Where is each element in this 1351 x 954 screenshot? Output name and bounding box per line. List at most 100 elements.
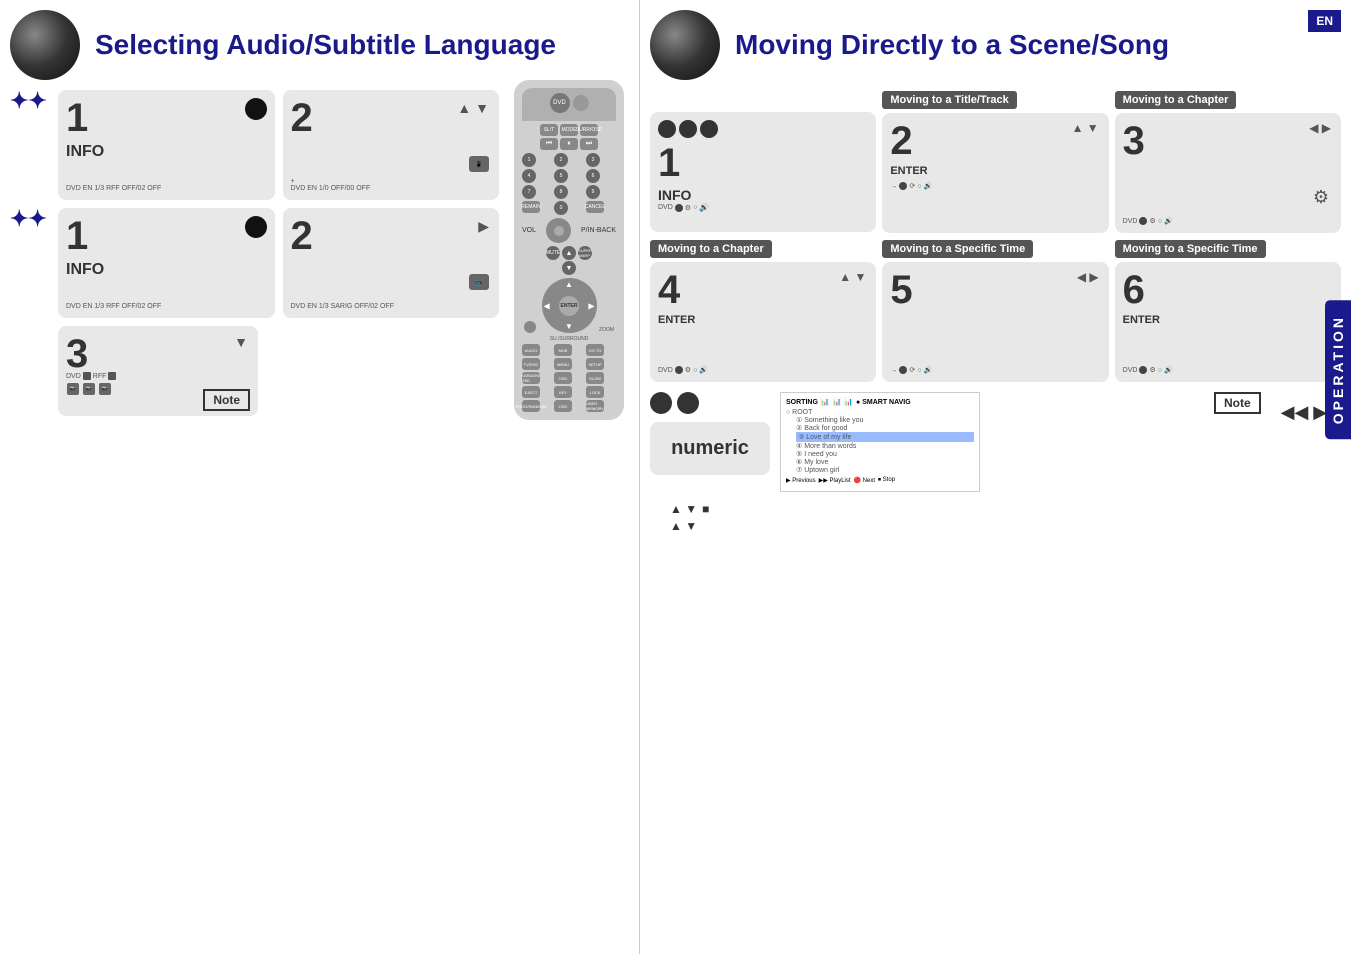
remote-num-0: 0 <box>554 201 568 215</box>
remote-bottom-grid2: KARAOKE OSD OSD SLOW EJECT KEY LOCK <box>522 372 616 398</box>
step-1b: 1 INFO DVD EN 1/3 RFF OFF/02 OFF <box>58 208 275 318</box>
step-2a-bar: DVD EN 1/0 OFF/00 OFF <box>291 185 492 192</box>
step-r3-bar: DVD ⚙ ○ 🔊 <box>1123 217 1333 225</box>
left-section: Selecting Audio/Subtitle Language ✦✦ 1 I… <box>0 0 640 954</box>
numeric-section: numeric <box>650 392 770 475</box>
numeric-dots <box>650 392 770 414</box>
step-r6-bar: DVD ⚙ ○ 🔊 <box>1123 366 1333 374</box>
remote-num-4: 4 <box>522 169 536 183</box>
step-r4: ▲ ▼ 4 ENTER DVD ⚙ ○ 🔊 <box>650 262 876 382</box>
step-1b-bar: DVD EN 1/3 RFF OFF/02 OFF <box>66 303 267 310</box>
remote-goto: GO TO <box>586 344 604 356</box>
star-deco-2: ✦✦ <box>10 208 47 230</box>
step-3-icons: DVD RFF 📷 📷 📷 <box>66 372 116 396</box>
step-2b-number: 2 <box>291 216 492 256</box>
numeric-box: numeric <box>650 422 770 475</box>
step-r2-num: 2 <box>890 121 1100 161</box>
step-r4-wrapper: Moving to a Chapter ▲ ▼ 4 ENTER DVD ⚙ ○ … <box>650 239 876 382</box>
nav-arrows-2: ▲ ▼ <box>670 519 697 533</box>
right-header-icon <box>650 10 720 80</box>
step-r1: 1 INFO DVD ⚙ ○ 🔊 <box>650 112 876 232</box>
remote-control: DVD SL/T MODE SURR/OSD ⏮ ⏸ ⏭ <box>514 80 634 420</box>
right-section: EN Moving Directly to a Scene/Song 1 <box>640 0 1351 954</box>
step-1a: 1 INFO DVD EN 1/3 RFF OFF/02 OFF <box>58 90 275 200</box>
page-container: Selecting Audio/Subtitle Language ✦✦ 1 I… <box>0 0 1351 954</box>
remote-num-3: 3 <box>586 153 600 167</box>
step-r6-num: 6 <box>1123 270 1333 310</box>
remote-num-6: 6 <box>586 169 600 183</box>
step-r1-bar: DVD ⚙ ○ 🔊 <box>658 203 868 212</box>
left-title: Selecting Audio/Subtitle Language <box>95 29 556 61</box>
chapter-label-2: Moving to a Chapter <box>650 240 772 258</box>
remote-num-1: 1 <box>522 153 536 167</box>
step-r3-wrapper: Moving to a Chapter 3 ◀ ▶ ⚙ DVD ⚙ ○ 🔊 <box>1115 90 1341 233</box>
step-1b-number: 1 <box>66 216 267 256</box>
step-r5-arrows: ◀ ▶ <box>1077 270 1099 284</box>
remote-slow: SLOW <box>586 372 604 384</box>
step-r6-wrapper: Moving to a Specific Time 6 ENTER DVD ⚙ … <box>1115 239 1341 382</box>
remote-cancel: CANCEL <box>586 201 604 213</box>
remote-btn-4: ⏮ <box>540 138 558 150</box>
remote-mute-row: MUTE ▲ ▼ SUPERWARP <box>522 246 616 275</box>
star-deco-1: ✦✦ <box>10 90 47 112</box>
specific-time-label: Moving to a Specific Time <box>882 240 1033 258</box>
step-2a-arrows: ▲ ▼ <box>457 100 489 116</box>
remote-hdmi-area: ▲ ▼ ◀ ▶ ENTER ZOOM <box>522 278 616 333</box>
remote-tv-dvd: TV/DVD <box>522 358 540 370</box>
step-r2-wrapper: Moving to a Title/Track 2 ▲ ▼ ENTER → ⟳ … <box>882 90 1108 233</box>
note-box: Note <box>1214 392 1261 414</box>
remote-memory-grid: PROG/RANDOM OSD USER MEMORY <box>522 400 616 412</box>
right-header: Moving Directly to a Scene/Song <box>650 10 1341 80</box>
step-r2-bar: → ⟳ ○ 🔊 <box>890 182 1100 190</box>
step-r1-num: 1 <box>658 143 868 183</box>
operation-tab: OPERATION <box>1325 300 1351 439</box>
step-r5-num: 5 <box>890 270 1100 310</box>
step-r3-gear: ⚙ <box>1313 187 1329 208</box>
remote-down: ▼ <box>562 261 576 275</box>
specific-time-label-2: Moving to a Specific Time <box>1115 240 1266 258</box>
remote-mode-row: SL/T MODE SURR/OSD <box>522 124 616 136</box>
sorting-section: SORTING 📊 📊 📊 ● SMART NAVIG ○ ROOT ① Som… <box>780 392 1204 492</box>
remote-num-2: 2 <box>554 153 568 167</box>
remote-osd: OSD <box>554 372 572 384</box>
step-1a-bar: DVD EN 1/3 RFF OFF/02 OFF <box>66 185 267 192</box>
remote-memory: USER MEMORY <box>586 400 604 412</box>
step-r4-enter: ENTER <box>658 314 868 326</box>
step-3-note: Note <box>203 389 250 411</box>
remote-audio: AUDIO <box>522 344 540 356</box>
remote-surround-label: SU./SURROUND <box>522 336 616 342</box>
remote-eject: EJECT <box>522 386 540 398</box>
step-r4-bar: DVD ⚙ ○ 🔊 <box>658 366 868 374</box>
step-r2-enter: ENTER <box>890 165 1100 177</box>
remote-dpad: ▲ ▼ ◀ ▶ ENTER <box>542 278 597 333</box>
step-r6: 6 ENTER DVD ⚙ ○ 🔊 <box>1115 262 1341 382</box>
step-r1-wrapper: 1 INFO DVD ⚙ ○ 🔊 <box>650 90 876 233</box>
step-3-number: 3 <box>66 334 250 374</box>
step-3: ▼ 3 DVD RFF 📷 📷 📷 Note <box>58 326 258 416</box>
remote-numpad: 1 2 3 4 5 6 7 8 9 REMAIN 0 CANCEL <box>522 153 616 215</box>
step-2a-icon: 📱 <box>469 156 489 172</box>
step-r2-arrows: ▲ ▼ <box>1072 121 1099 135</box>
remote-num-7: 7 <box>522 185 536 199</box>
step-r6-enter: ENTER <box>1123 314 1333 326</box>
step-1b-label: INFO <box>66 261 267 279</box>
nav-square: ■ <box>702 502 709 516</box>
three-dots <box>658 120 868 138</box>
remote-num-8: 8 <box>554 185 568 199</box>
step-1a-label: INFO <box>66 143 267 161</box>
remote-menu: MENU <box>554 358 572 370</box>
left-header-icon <box>10 10 80 80</box>
step-3-arrow: ▼ <box>234 334 248 350</box>
remote-bottom-grid: AUDIO MVB GO TO TV/DVD MENU SETUP <box>522 344 616 370</box>
step-r4-num: 4 <box>658 270 868 310</box>
step-2b-bar: DVD EN 1/3 SARIG OFF/02 OFF <box>291 303 492 310</box>
bottom-section: numeric SORTING 📊 📊 📊 ● SMART NAVIG ○ RO… <box>650 392 1341 492</box>
remote-num-9: 9 <box>586 185 600 199</box>
step-r5-bar: → ⟳ ○ 🔊 <box>890 366 1100 374</box>
step-r5-wrapper: Moving to a Specific Time 5 ◀ ▶ → ⟳ ○ 🔊 <box>882 239 1108 382</box>
nav-arrows-1: ▲ ▼ <box>670 502 697 516</box>
step-r2: 2 ▲ ▼ ENTER → ⟳ ○ 🔊 <box>882 113 1108 233</box>
remote-mvb: MVB <box>554 344 572 356</box>
step-r4-arrows: ▲ ▼ <box>839 270 866 284</box>
bottom-nav: ▲ ▼ ■ ▲ ▼ <box>650 502 1341 533</box>
